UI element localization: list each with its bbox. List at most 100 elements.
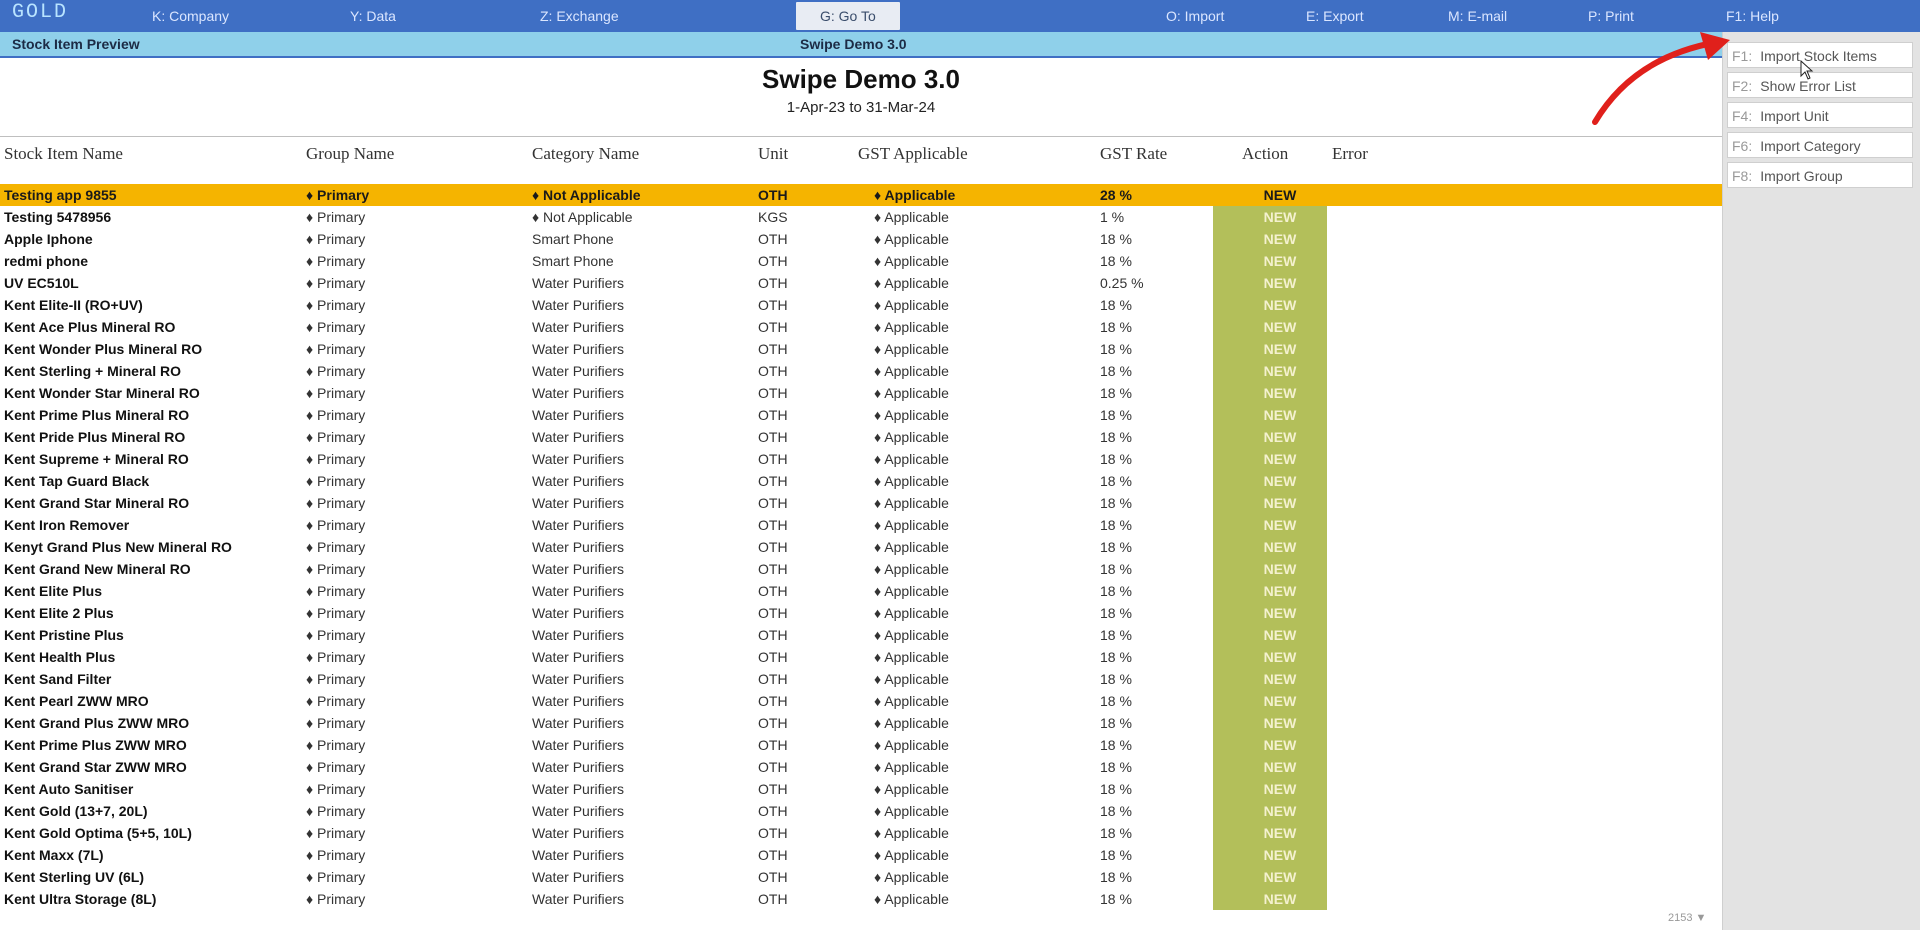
cell-category-name: Water Purifiers [532,649,625,665]
table-row[interactable]: Kent Prime Plus ZWW MRO ♦ Primary Water Pu… [0,734,1722,756]
cell-category-name: Water Purifiers [532,583,625,599]
cell-unit: OTH [758,759,788,775]
cell-unit: OTH [758,649,788,665]
table-row[interactable]: Kent Iron Remover ♦ Primary Water Purifier… [0,514,1722,536]
table-row[interactable]: Kent Wonder Plus Mineral RO ♦ Primary Wate… [0,338,1722,360]
table-row[interactable]: Kent Wonder Star Mineral RO ♦ Primary Wate… [0,382,1722,404]
cell-action: NEW [1263,737,1297,753]
table-row[interactable]: Testing app 9855 ♦ Primary ♦ Not Applicabl… [0,184,1722,206]
table-row[interactable]: Kent Sterling UV (6L) ♦ Primary Water Puri… [0,866,1722,888]
table-row[interactable]: Kent Gold Optima (5+5, 10L) ♦ Primary Wate… [0,822,1722,844]
cell-gst-applicable: ♦ Applicable [874,671,949,687]
cell-gst-rate: 18 % [1100,693,1132,709]
cell-stock-item-name: Kent Maxx (7L) [4,847,104,863]
table-row[interactable]: Kent Pearl ZWW MRO ♦ Primary Water Purifie… [0,690,1722,712]
table-row[interactable]: Kent Grand Star Mineral RO ♦ Primary Water… [0,492,1722,514]
cell-gst-rate: 18 % [1100,715,1132,731]
cell-group-name: ♦ Primary [306,495,366,511]
cell-gst-rate: 18 % [1100,539,1132,555]
cell-gst-applicable: ♦ Applicable [874,759,949,775]
menu-company[interactable]: K: Company [152,8,229,24]
menu-import[interactable]: O: Import [1166,8,1224,24]
table-row[interactable]: Kent Tap Guard Black ♦ Primary Water Purif… [0,470,1722,492]
show-error-list-button[interactable]: F2: Show Error List [1727,72,1913,98]
table-row[interactable]: UV EC510L ♦ Primary Water Purifiers OTH ♦ Ap… [0,272,1722,294]
cell-unit: OTH [758,407,788,423]
cell-unit: KGS [758,209,788,225]
cell-gst-applicable: ♦ Applicable [874,649,949,665]
table-row[interactable]: Kent Elite 2 Plus ♦ Primary Water Purifier… [0,602,1722,624]
cell-unit: OTH [758,385,788,401]
table-row[interactable]: Kent Ultra Storage (8L) ♦ Primary Water Pu… [0,888,1722,910]
menu-help[interactable]: F1: Help [1726,8,1779,24]
col-header-group: Group Name [306,144,395,163]
import-unit-button[interactable]: F4: Import Unit [1727,102,1913,128]
table-row[interactable]: Kent Sand Filter ♦ Primary Water Purifiers… [0,668,1722,690]
cell-unit: OTH [758,781,788,797]
cell-action: NEW [1263,407,1297,423]
table-row[interactable]: Kent Grand Star ZWW MRO ♦ Primary Water Pu… [0,756,1722,778]
table-row[interactable]: Kenyt Grand Plus New Mineral RO ♦ Primary… [0,536,1722,558]
menu-export[interactable]: E: Export [1306,8,1364,24]
menu-print[interactable]: P: Print [1588,8,1634,24]
table-row[interactable]: Kent Ace Plus Mineral RO ♦ Primary Water P… [0,316,1722,338]
table-row[interactable]: Kent Gold (13+7, 20L) ♦ Primary Water Puri… [0,800,1722,822]
table-row[interactable]: Kent Health Plus ♦ Primary Water Purifiers… [0,646,1722,668]
cell-group-name: ♦ Primary [306,869,366,885]
cell-category-name: Water Purifiers [532,803,625,819]
cell-gst-applicable: ♦ Applicable [874,231,949,247]
menu-data[interactable]: Y: Data [350,8,396,24]
table-row[interactable]: Testing 5478956 ♦ Primary ♦ Not Applicable… [0,206,1722,228]
mouse-cursor-icon [1800,60,1814,80]
cell-group-name: ♦ Primary [306,341,366,357]
cell-gst-rate: 18 % [1100,627,1132,643]
menu-exchange[interactable]: Z: Exchange [540,8,619,24]
import-group-button[interactable]: F8: Import Group [1727,162,1913,188]
cell-category-name: Water Purifiers [532,473,625,489]
cell-category-name: Water Purifiers [532,319,625,335]
cell-unit: OTH [758,715,788,731]
cell-gst-rate: 18 % [1100,319,1132,335]
table-row[interactable]: Kent Auto Sanitiser ♦ Primary Water Purifi… [0,778,1722,800]
table-row[interactable]: Kent Prime Plus Mineral RO ♦ Primary Water… [0,404,1722,426]
table-row[interactable]: Kent Sterling + Mineral RO ♦ Primary Water… [0,360,1722,382]
col-header-category: Category Name [532,144,640,163]
cell-group-name: ♦ Primary [306,231,366,247]
cell-gst-rate: 18 % [1100,341,1132,357]
cell-gst-rate: 18 % [1100,473,1132,489]
cell-action: NEW [1263,583,1297,599]
table-row[interactable]: Kent Pride Plus Mineral RO ♦ Primary Water… [0,426,1722,448]
cell-action: NEW [1263,429,1297,445]
cell-action: NEW [1263,231,1297,247]
cell-action: NEW [1263,869,1297,885]
cell-action: NEW [1263,473,1297,489]
table-row[interactable]: redmi phone ♦ Primary Smart Phone OTH ♦ Appl… [0,250,1722,272]
cell-category-name: ♦ Not Applicable [532,187,641,203]
import-category-button[interactable]: F6: Import Category [1727,132,1913,158]
cell-stock-item-name: Kent Gold Optima (5+5, 10L) [4,825,192,841]
menu-goto[interactable]: G: Go To [796,2,900,30]
table-row[interactable]: Kent Elite Plus ♦ Primary Water Purifiers O… [0,580,1722,602]
table-row[interactable]: Kent Grand Plus ZWW MRO ♦ Primary Water Pu… [0,712,1722,734]
cell-unit: OTH [758,825,788,841]
table-row[interactable]: Kent Supreme + Mineral RO ♦ Primary Water … [0,448,1722,470]
cell-action: NEW [1263,803,1297,819]
import-stock-items-button[interactable]: F1: Import Stock Items [1727,42,1913,68]
table-row[interactable]: Apple Iphone ♦ Primary Smart Phone OTH ♦ App… [0,228,1722,250]
table-row[interactable]: Kent Maxx (7L) ♦ Primary Water Purifiers OT… [0,844,1722,866]
table-row[interactable]: Kent Grand New Mineral RO ♦ Primary Water … [0,558,1722,580]
cell-category-name: Water Purifiers [532,605,625,621]
cell-stock-item-name: Kent Iron Remover [4,517,130,533]
cell-gst-rate: 18 % [1100,781,1132,797]
table-row[interactable]: Kent Pristine Plus ♦ Primary Water Purifie… [0,624,1722,646]
cell-group-name: ♦ Primary [306,187,370,203]
annotation-arrow-icon [1592,32,1730,125]
menu-email[interactable]: M: E-mail [1448,8,1507,24]
table-row[interactable]: Kent Elite-II (RO+UV) ♦ Primary Water Puri… [0,294,1722,316]
page-counter[interactable]: 2153 ▼ [1668,912,1706,924]
button-label: Import Category [1760,138,1861,154]
cell-category-name: Water Purifiers [532,891,625,907]
app-logo: GOLD [12,1,69,24]
cell-stock-item-name: Kent Auto Sanitiser [4,781,134,797]
cell-action: NEW [1263,319,1297,335]
